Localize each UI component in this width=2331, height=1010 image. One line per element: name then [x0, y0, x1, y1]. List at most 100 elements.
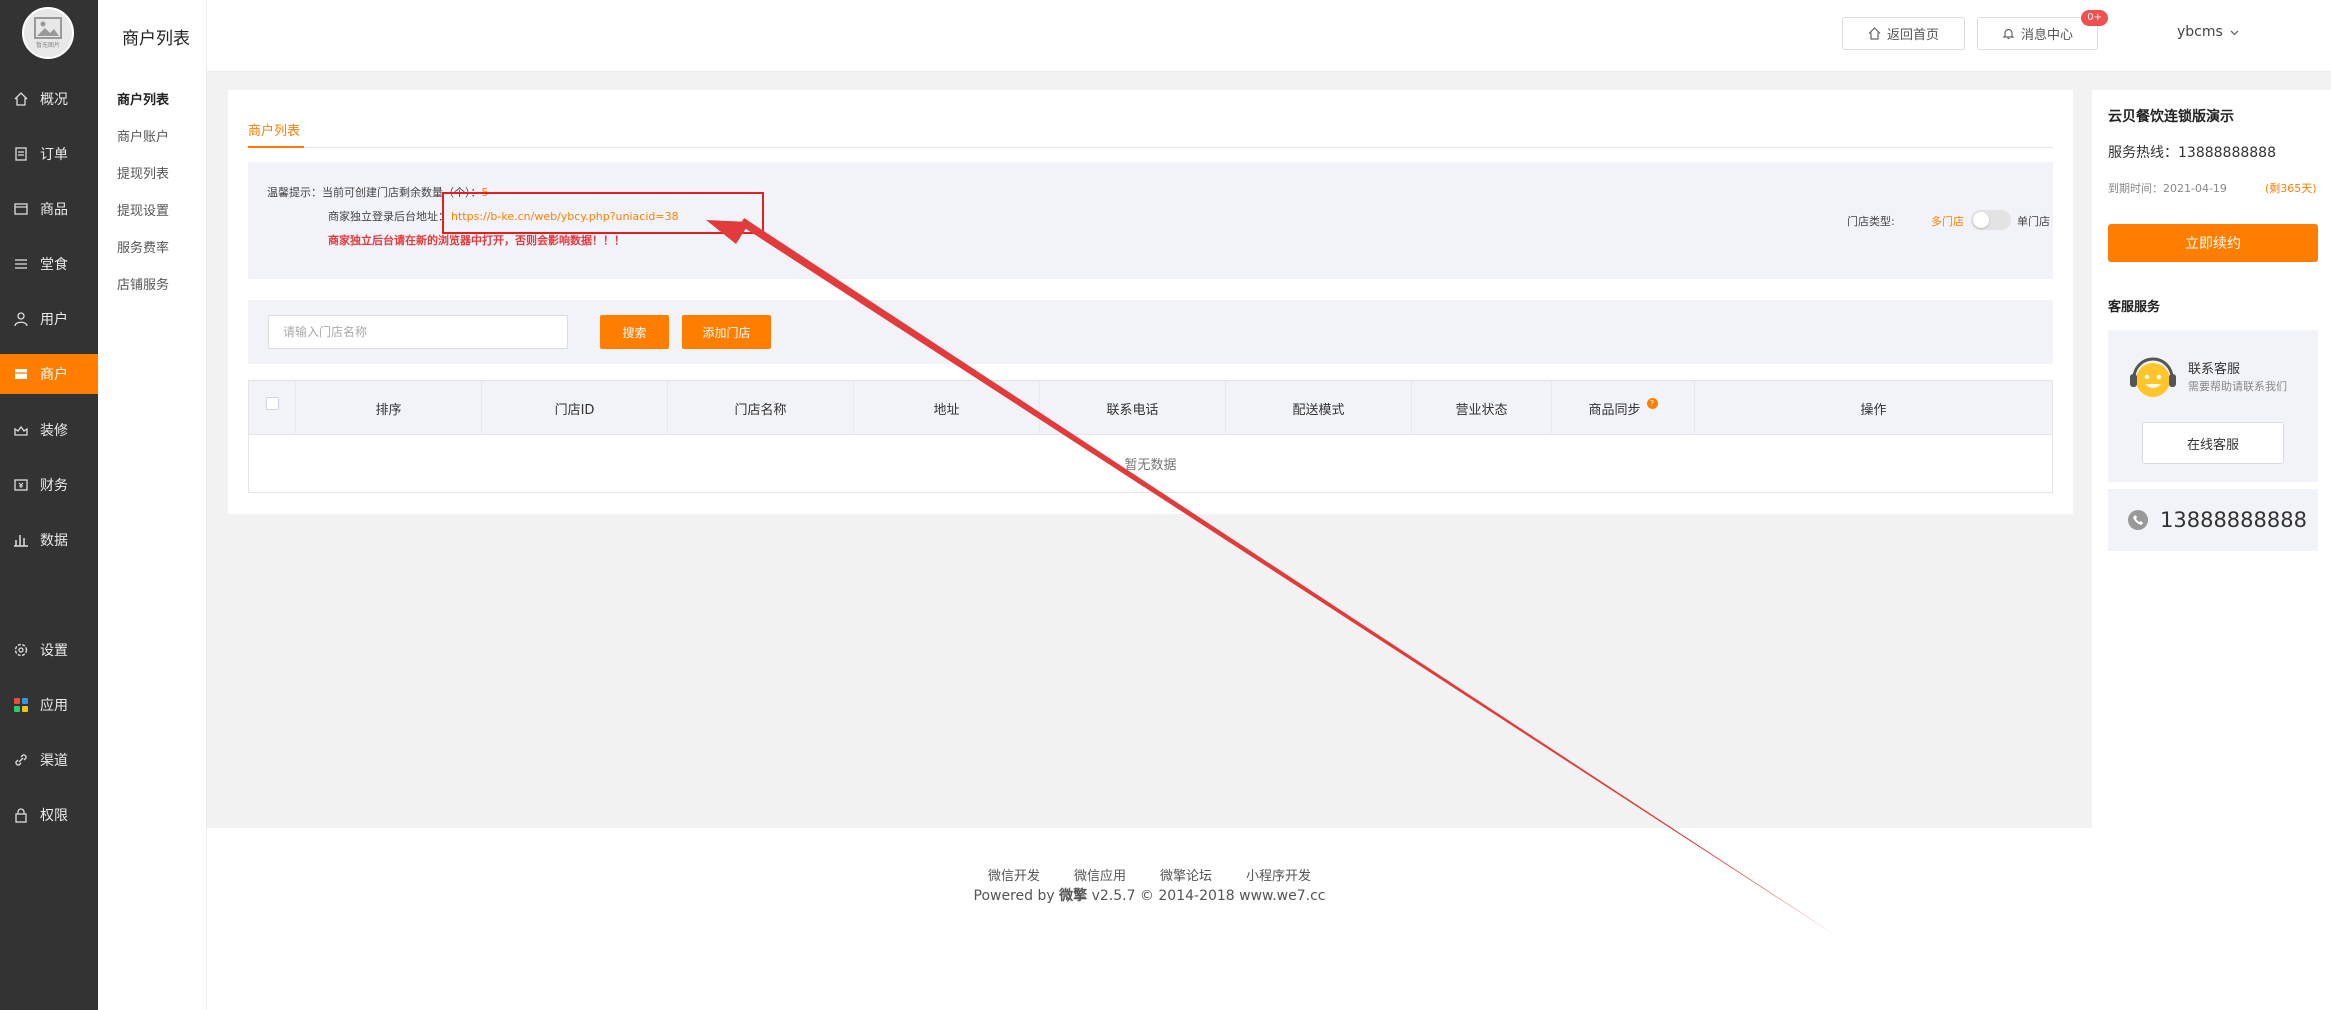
contact-support-sub: 需要帮助请联系我们: [2188, 380, 2287, 393]
message-center-label: 消息中心: [2020, 28, 2073, 43]
nav-label: 商户: [40, 367, 68, 383]
user-menu[interactable]: ybcms: [2177, 24, 2240, 40]
nav-item-channels[interactable]: 渠道: [0, 740, 98, 780]
store-type-label: 门店类型:: [1847, 215, 1895, 228]
nav-label: 商品: [40, 202, 68, 218]
expire-date: 到期时间：2021-04-19: [2108, 182, 2227, 195]
footer-links: 微信开发 微信应用 微擎论坛 小程序开发: [207, 865, 2092, 884]
help-icon[interactable]: ?: [1646, 397, 1658, 409]
support-phone: 13888888888: [2108, 489, 2318, 551]
finance-icon: [13, 477, 29, 493]
tab-merchant-list[interactable]: 商户列表: [248, 120, 300, 139]
nav-item-permissions[interactable]: 权限: [0, 795, 98, 835]
nav-label: 财务: [40, 478, 68, 494]
toggle-knob: [1973, 212, 1989, 228]
notice-url-label: 商家独立登录后台地址：: [328, 210, 449, 223]
main-card: 商户列表 温馨提示：当前可创建门店剩余数量（个）：5 商家独立登录后台地址： ht…: [228, 90, 2073, 514]
footer-link[interactable]: 微信开发: [988, 865, 1040, 884]
subnav-withdraw-list[interactable]: 提现列表: [117, 163, 169, 182]
service-hotline: 服务热线：13888888888: [2108, 145, 2276, 161]
annotation-highlight-box: [442, 192, 764, 234]
nav-item-decorate[interactable]: 装修: [0, 410, 98, 450]
tab-divider: [248, 147, 2053, 148]
search-button[interactable]: 搜索: [600, 315, 669, 349]
select-all-cell: [249, 381, 296, 435]
home-button[interactable]: 返回首页: [1842, 17, 1965, 50]
column-store-name: 门店名称: [668, 381, 854, 435]
home-button-label: 返回首页: [1886, 28, 1939, 43]
shop-icon: [13, 366, 29, 382]
store-search-input[interactable]: [268, 315, 568, 349]
message-center-button[interactable]: 消息中心 0+: [1977, 10, 2108, 50]
nav-item-apps[interactable]: 应用: [0, 685, 98, 725]
chevron-down-icon: [2230, 30, 2239, 35]
subnav-shop-service[interactable]: 店铺服务: [117, 274, 169, 293]
nav-label: 数据: [40, 533, 68, 549]
add-store-button[interactable]: 添加门店: [682, 315, 771, 349]
support-avatar-icon: [2130, 357, 2176, 397]
store-type-toggle[interactable]: [1971, 210, 2011, 230]
nav-item-merchants[interactable]: 商户: [0, 354, 98, 394]
column-actions: 操作: [1860, 402, 1887, 418]
apps-icon: [13, 697, 29, 713]
store-type-single: 单门店: [2017, 215, 2050, 228]
search-panel: 搜索 添加门店: [248, 300, 2053, 364]
footer-link[interactable]: 微擎论坛: [1160, 865, 1212, 884]
contact-support-label: 联系客服: [2188, 362, 2241, 377]
logo: 暂无图片: [22, 7, 74, 59]
column-delivery-mode: 配送模式: [1226, 381, 1412, 435]
store-type-multi: 多门店: [1931, 215, 1964, 228]
nav-label: 权限: [40, 808, 68, 824]
chart-icon: [13, 532, 29, 548]
tab-active-indicator: [248, 146, 304, 148]
subnav-merchant-account[interactable]: 商户账户: [117, 126, 169, 145]
page-title: 商户列表: [122, 29, 190, 49]
select-all-checkbox[interactable]: [265, 396, 279, 410]
nav-label: 设置: [40, 643, 68, 659]
nav-item-goods[interactable]: 商品: [0, 189, 98, 229]
top-header: 返回首页 消息中心 0+ ybcms: [207, 0, 2331, 72]
logo-caption: 暂无图片: [35, 42, 60, 49]
nav-item-settings[interactable]: 设置: [0, 630, 98, 670]
right-panel: 云贝餐饮连锁版演示 服务热线：13888888888 到期时间：2021-04-…: [2092, 90, 2331, 1010]
store-table: 排序 门店ID 门店名称 地址 联系电话 配送模式 营业状态 商品同步 ? 操作…: [248, 380, 2053, 493]
renew-button[interactable]: 立即续约: [2108, 224, 2318, 262]
nav-label: 概况: [40, 92, 68, 108]
goods-icon: [13, 201, 29, 217]
column-address: 地址: [854, 381, 1040, 435]
nav-label: 订单: [40, 147, 68, 163]
column-phone: 联系电话: [1040, 381, 1226, 435]
empty-state: 暂无数据: [1124, 458, 1177, 473]
column-store-id: 门店ID: [482, 381, 668, 435]
nav-item-overview[interactable]: 概况: [0, 79, 98, 119]
home-icon: [1868, 27, 1881, 40]
support-phone-number: 13888888888: [2160, 508, 2307, 532]
customer-service-title: 客服服务: [2108, 300, 2161, 315]
phone-icon: [2128, 510, 2148, 530]
footer-link[interactable]: 小程序开发: [1246, 865, 1311, 884]
account-name: 云贝餐饮连锁版演示: [2108, 109, 2234, 125]
column-goods-sync: 商品同步 ?: [1552, 381, 1695, 435]
nav-item-orders[interactable]: 订单: [0, 134, 98, 174]
nav-item-dinein[interactable]: 堂食: [0, 244, 98, 284]
order-icon: [13, 146, 29, 162]
nav-label: 用户: [40, 312, 68, 328]
link-icon: [13, 752, 29, 768]
nav-item-users[interactable]: 用户: [0, 299, 98, 339]
notice-warning: 商家独立后台请在新的浏览器中打开，否则会影响数据！！！: [328, 234, 625, 247]
nav-item-finance[interactable]: 财务: [0, 465, 98, 505]
online-support-button[interactable]: 在线客服: [2142, 422, 2284, 464]
footer: 微信开发 微信应用 微擎论坛 小程序开发 Powered by 微擎 v2.5.…: [207, 828, 2092, 1010]
image-placeholder-icon: [34, 17, 62, 39]
nav-label: 装修: [40, 423, 68, 439]
subnav-withdraw-settings[interactable]: 提现设置: [117, 200, 169, 219]
subnav-service-fee[interactable]: 服务费率: [117, 237, 169, 256]
menu-icon: [13, 256, 29, 272]
bell-icon: [2002, 28, 2015, 40]
column-sort: 排序: [296, 381, 482, 435]
column-business-status: 营业状态: [1412, 381, 1552, 435]
subnav-merchant-list[interactable]: 商户列表: [117, 89, 169, 108]
nav-item-data[interactable]: 数据: [0, 520, 98, 560]
gear-icon: [13, 642, 29, 658]
footer-link[interactable]: 微信应用: [1074, 865, 1126, 884]
